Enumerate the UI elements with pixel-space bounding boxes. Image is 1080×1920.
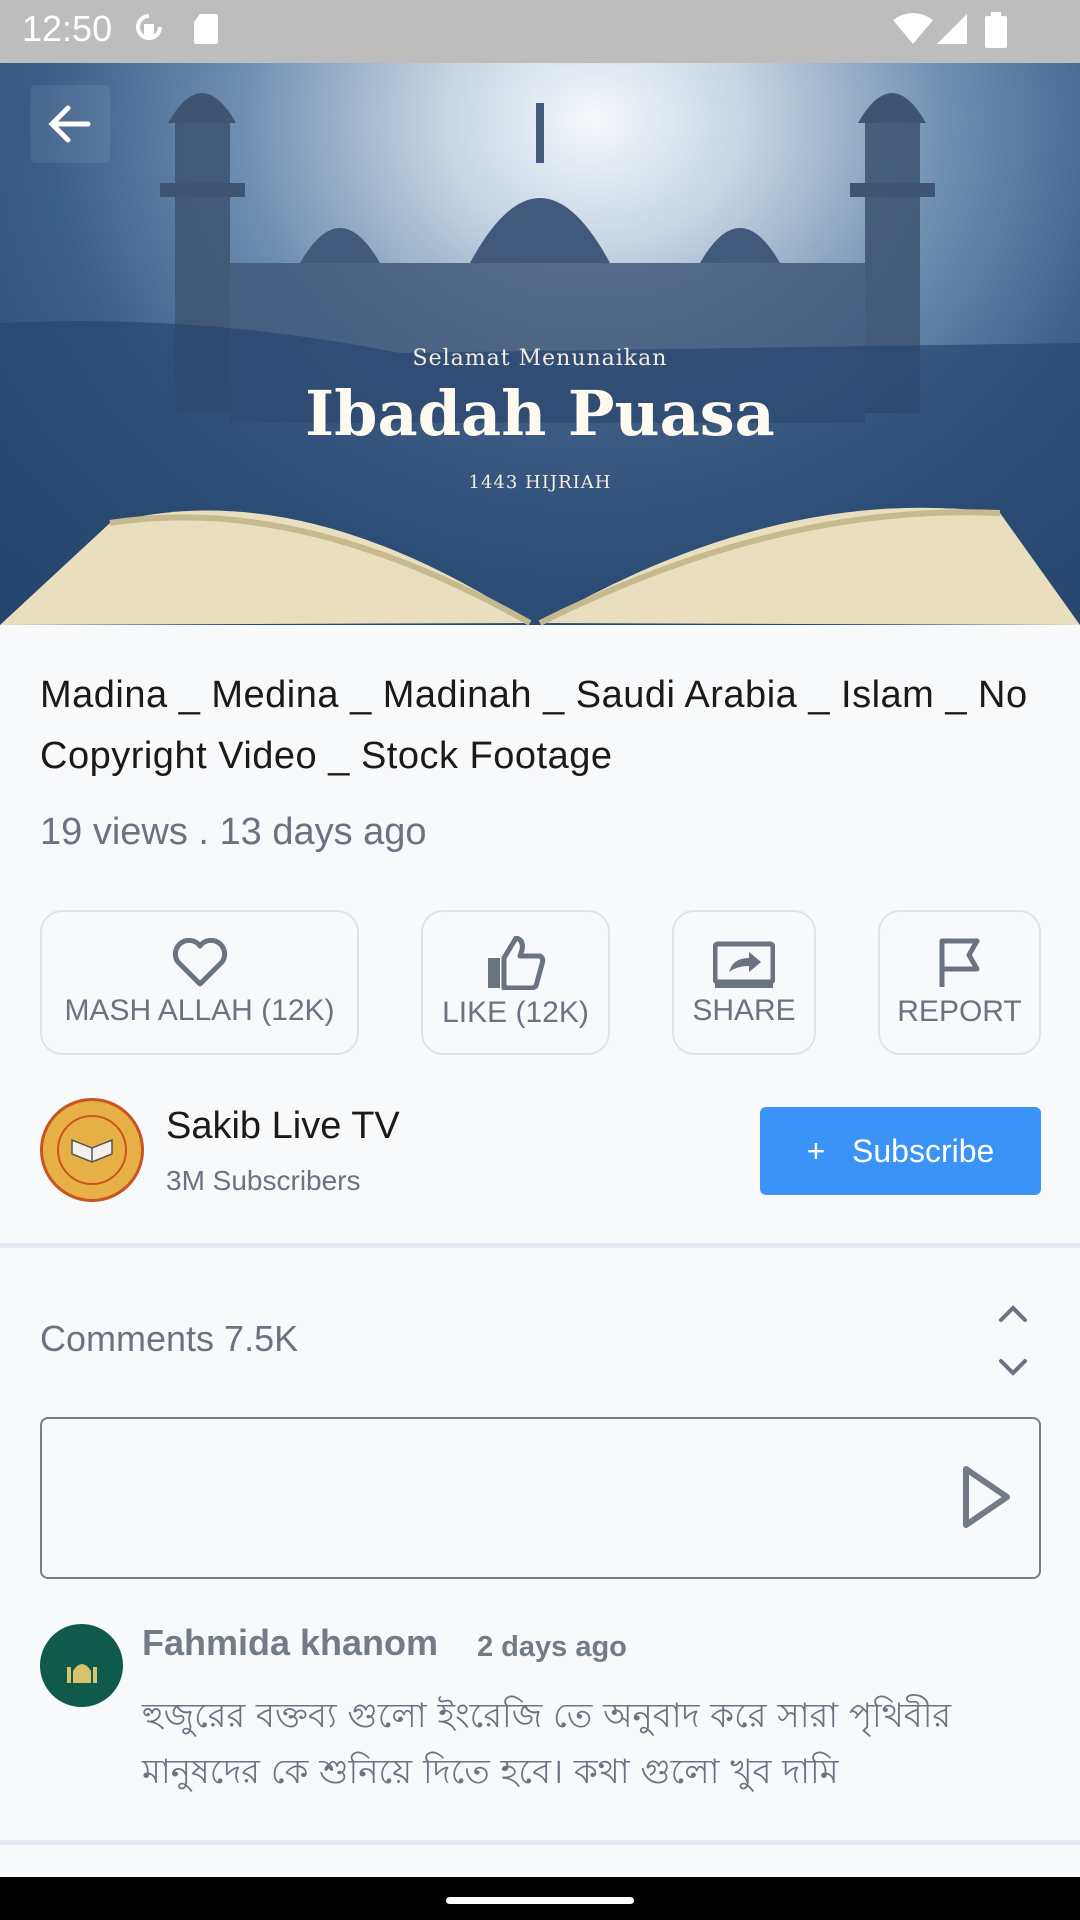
- home-gesture-handle[interactable]: [446, 1897, 634, 1904]
- book-logo-icon: [57, 1115, 127, 1185]
- channel-subscribers: 3M Subscribers: [166, 1165, 361, 1196]
- send-icon[interactable]: [961, 1465, 1011, 1533]
- share-button[interactable]: SHARE: [672, 910, 816, 1055]
- report-button[interactable]: REPORT: [878, 910, 1041, 1055]
- comment-input[interactable]: [40, 1417, 1041, 1579]
- heart-icon: [172, 937, 227, 986]
- comment-text: হুজুরের বক্তব্য গুলো ইংরেজি তে অনুবাদ কর…: [142, 1696, 952, 1792]
- share-label: SHARE: [692, 993, 796, 1027]
- status-time: 12:50: [22, 8, 113, 49]
- mosque-silhouette: [0, 93, 1080, 625]
- section-divider: [0, 1243, 1080, 1248]
- chevron-down-icon[interactable]: [998, 1358, 1028, 1382]
- flag-icon: [939, 938, 979, 987]
- video-meta: 19 views . 13 days ago: [40, 811, 427, 853]
- comments-count: Comments 7.5K: [40, 1318, 299, 1359]
- video-thumbnail[interactable]: Selamat Menunaikan Ibadah Puasa 1443 HIJ…: [0, 63, 1080, 625]
- thumbnail-subtitle: Selamat Menunaikan: [412, 346, 668, 371]
- like-button[interactable]: LIKE (12K): [421, 910, 610, 1055]
- like-label: LIKE (12K): [442, 995, 589, 1029]
- share-icon: [713, 941, 775, 988]
- mosque-avatar-icon: [60, 1642, 105, 1688]
- comment-divider: [0, 1840, 1080, 1845]
- back-button[interactable]: [30, 85, 110, 163]
- mash-allah-button[interactable]: MASH ALLAH (12K): [40, 910, 359, 1055]
- channel-avatar[interactable]: [40, 1098, 144, 1202]
- thumbnail-title: Ibadah Puasa: [305, 377, 775, 450]
- thumbnail-year: 1443 HIJRIAH: [468, 472, 612, 493]
- battery-icon: [985, 12, 1007, 52]
- subscribe-button[interactable]: + Subscribe: [760, 1107, 1041, 1195]
- mash-allah-label: MASH ALLAH (12K): [64, 993, 335, 1027]
- comment-author[interactable]: Fahmida khanom: [142, 1622, 438, 1664]
- video-title: Madina _ Medina _ Madinah _ Saudi Arabia…: [40, 674, 1028, 777]
- thumbs-up-icon: [487, 935, 545, 990]
- comment-time: 2 days ago: [477, 1631, 627, 1663]
- comment-author-avatar[interactable]: [40, 1624, 123, 1707]
- sync-icon: [134, 12, 164, 52]
- arrow-left-icon: [48, 105, 91, 143]
- signal-icon: [935, 12, 969, 50]
- report-label: REPORT: [897, 994, 1022, 1028]
- wifi-icon: [893, 12, 933, 50]
- status-bar: 12:50: [0, 0, 1080, 63]
- channel-name[interactable]: Sakib Live TV: [166, 1105, 400, 1148]
- sd-card-icon: [192, 12, 220, 50]
- chevron-up-icon[interactable]: [998, 1303, 1028, 1327]
